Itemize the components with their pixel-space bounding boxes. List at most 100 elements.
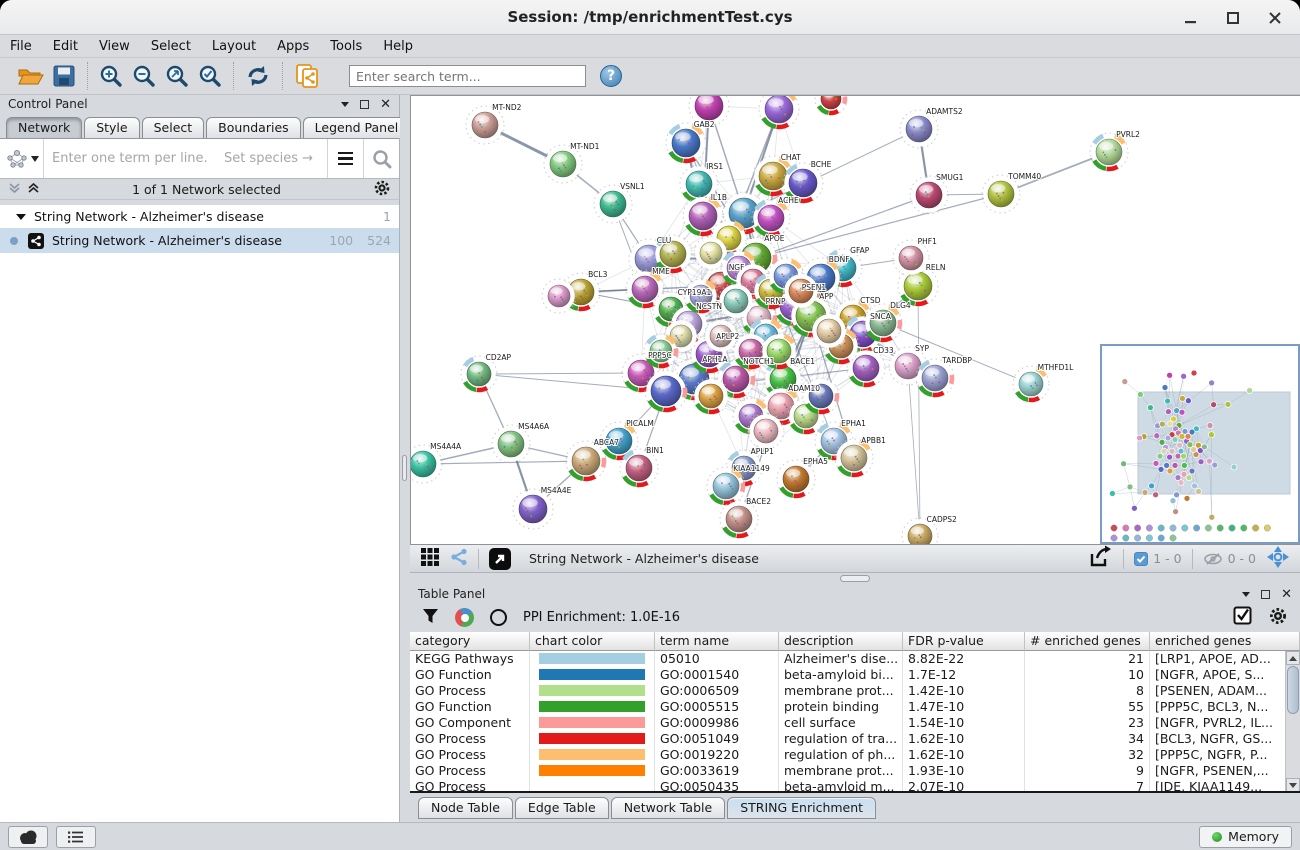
expand-all-icon[interactable] [27, 182, 40, 197]
fit-content-icon[interactable] [489, 548, 511, 570]
network-node-MS4A4E[interactable] [513, 489, 553, 529]
hidden-nodes-badge[interactable]: 0 - 0 [1203, 551, 1256, 566]
node-label: PVRL2 [1116, 130, 1140, 139]
column-header-1[interactable]: category [410, 632, 530, 651]
export-network-icon[interactable] [294, 63, 322, 89]
tree-row[interactable]: String Network - Alzheimer's disease1005… [0, 228, 399, 253]
birds-eye-view[interactable] [1100, 344, 1300, 544]
select-rows-icon[interactable] [1233, 606, 1252, 629]
table-row[interactable]: GO ProcessGO:0033619membrane prot...1.93… [410, 763, 1300, 779]
menu-edit[interactable]: Edit [53, 39, 78, 54]
table-panel-close-icon[interactable]: ✕ [1281, 587, 1292, 602]
table-row[interactable]: GO ComponentGO:0009986cell surface1.54E-… [410, 715, 1300, 731]
memory-button[interactable]: Memory [1199, 826, 1292, 848]
menu-view[interactable]: View [99, 39, 130, 54]
string-search-icon[interactable] [363, 139, 399, 178]
menu-file[interactable]: File [10, 39, 32, 54]
control-panel-float-icon[interactable] [360, 100, 369, 109]
column-header-6[interactable]: # enriched genes [1025, 632, 1150, 651]
tab-legend-panel[interactable]: Legend Panel [303, 117, 411, 138]
task-history-button[interactable] [56, 826, 96, 848]
vertical-splitter[interactable] [400, 95, 410, 822]
tab-node-table[interactable]: Node Table [418, 797, 513, 819]
set-species-label[interactable]: Set species → [224, 151, 327, 166]
network-options-gear-icon[interactable] [373, 179, 391, 200]
control-panel-close-icon[interactable]: ✕ [380, 97, 391, 112]
tab-style[interactable]: Style [84, 117, 139, 138]
grid-view-icon[interactable] [420, 547, 440, 571]
zoom-selected-icon[interactable] [198, 64, 222, 88]
help-icon[interactable]: ? [600, 65, 622, 87]
cell-term-name: GO:0019220 [655, 747, 779, 763]
scroll-down-button[interactable] [1286, 778, 1300, 792]
string-query-input[interactable] [44, 151, 224, 166]
zoom-out-icon[interactable] [132, 64, 156, 88]
welcome-screen-button[interactable] [8, 826, 48, 848]
table-row[interactable]: GO ProcessGO:0019220regulation of ph...1… [410, 747, 1300, 763]
tab-network-table[interactable]: Network Table [611, 797, 726, 819]
maximize-button[interactable] [1222, 7, 1244, 29]
filter-icon[interactable] [422, 608, 439, 628]
selected-nodes-badge[interactable]: 1 - 0 [1134, 551, 1181, 566]
string-options-icon[interactable] [327, 139, 363, 178]
refresh-icon[interactable] [245, 64, 271, 88]
scroll-up-button[interactable] [1286, 651, 1300, 665]
tree-row[interactable]: String Network - Alzheimer's disease1 [0, 205, 399, 228]
share-network-icon[interactable] [450, 548, 468, 570]
horizontal-splitter[interactable] [410, 573, 1300, 585]
menu-tools[interactable]: Tools [330, 39, 362, 54]
tab-select[interactable]: Select [142, 117, 205, 138]
menu-select[interactable]: Select [151, 39, 191, 54]
network-node[interactable] [759, 96, 799, 129]
table-row[interactable]: GO FunctionGO:0005515protein binding1.47… [410, 699, 1300, 715]
minimize-button[interactable] [1180, 7, 1202, 29]
open-session-icon[interactable] [17, 65, 44, 87]
table-row[interactable]: KEGG Pathways05010Alzheimer's dise...8.8… [410, 651, 1300, 667]
column-header-4[interactable]: description [779, 632, 903, 651]
table-row[interactable]: GO FunctionGO:0001540beta-amyloid bi...1… [410, 667, 1300, 683]
node-label: APBB1 [861, 436, 886, 445]
string-logo-icon[interactable] [0, 139, 44, 178]
menu-help[interactable]: Help [383, 39, 413, 54]
node-label: APLP1 [751, 447, 774, 456]
network-node[interactable] [815, 96, 847, 115]
table-row[interactable]: GO ProcessGO:0051049regulation of tra...… [410, 731, 1300, 747]
table-panel-menu-icon[interactable] [1242, 592, 1250, 597]
cell-gene-count: 21 [1025, 651, 1150, 667]
tab-string-enrichment[interactable]: STRING Enrichment [727, 797, 876, 819]
column-header-2[interactable]: chart color [530, 632, 655, 651]
table-row[interactable]: GO ProcessGO:0006509membrane prot...1.42… [410, 683, 1300, 699]
navigate-icon[interactable] [1266, 545, 1290, 573]
tab-boundaries[interactable]: Boundaries [206, 117, 300, 138]
menu-layout[interactable]: Layout [212, 39, 256, 54]
close-button[interactable] [1264, 7, 1286, 29]
node-label: BCHE [811, 160, 832, 169]
horizontal-splitter-grip[interactable] [840, 575, 870, 582]
tab-network[interactable]: Network [6, 117, 82, 138]
tree-expand-icon[interactable] [16, 214, 26, 220]
menu-apps[interactable]: Apps [277, 39, 309, 54]
collapse-all-icon[interactable] [8, 182, 21, 197]
scroll-thumb[interactable] [1287, 666, 1299, 714]
chart-settings-icon[interactable] [455, 608, 474, 627]
export-view-icon[interactable] [1087, 545, 1113, 573]
remove-chart-icon[interactable] [490, 609, 507, 626]
table-settings-gear-icon[interactable] [1268, 606, 1288, 630]
vertical-splitter-grip[interactable] [402, 455, 407, 481]
search-input[interactable] [349, 65, 586, 87]
network-node-GAB2[interactable] [666, 123, 706, 163]
network-tree: String Network - Alzheimer's disease1Str… [0, 205, 399, 822]
save-session-icon[interactable] [53, 65, 76, 87]
tab-edge-table[interactable]: Edge Table [515, 797, 609, 819]
control-panel-menu-icon[interactable] [341, 102, 349, 107]
node-label: KIAA1149 [733, 464, 770, 473]
network-node-ABCA7[interactable] [566, 441, 606, 481]
network-view[interactable]: MT-ND2MT-ND1VSNL1GAB2IRS1CHATBCHEIL1BACH… [410, 95, 1300, 545]
zoom-in-icon[interactable] [99, 64, 123, 88]
column-header-7[interactable]: enriched genes [1150, 632, 1300, 651]
table-panel-float-icon[interactable] [1261, 590, 1270, 599]
column-header-5[interactable]: FDR p-value [903, 632, 1025, 651]
table-scrollbar[interactable] [1285, 651, 1300, 792]
column-header-3[interactable]: term name [655, 632, 779, 651]
zoom-fit-icon[interactable] [165, 64, 189, 88]
